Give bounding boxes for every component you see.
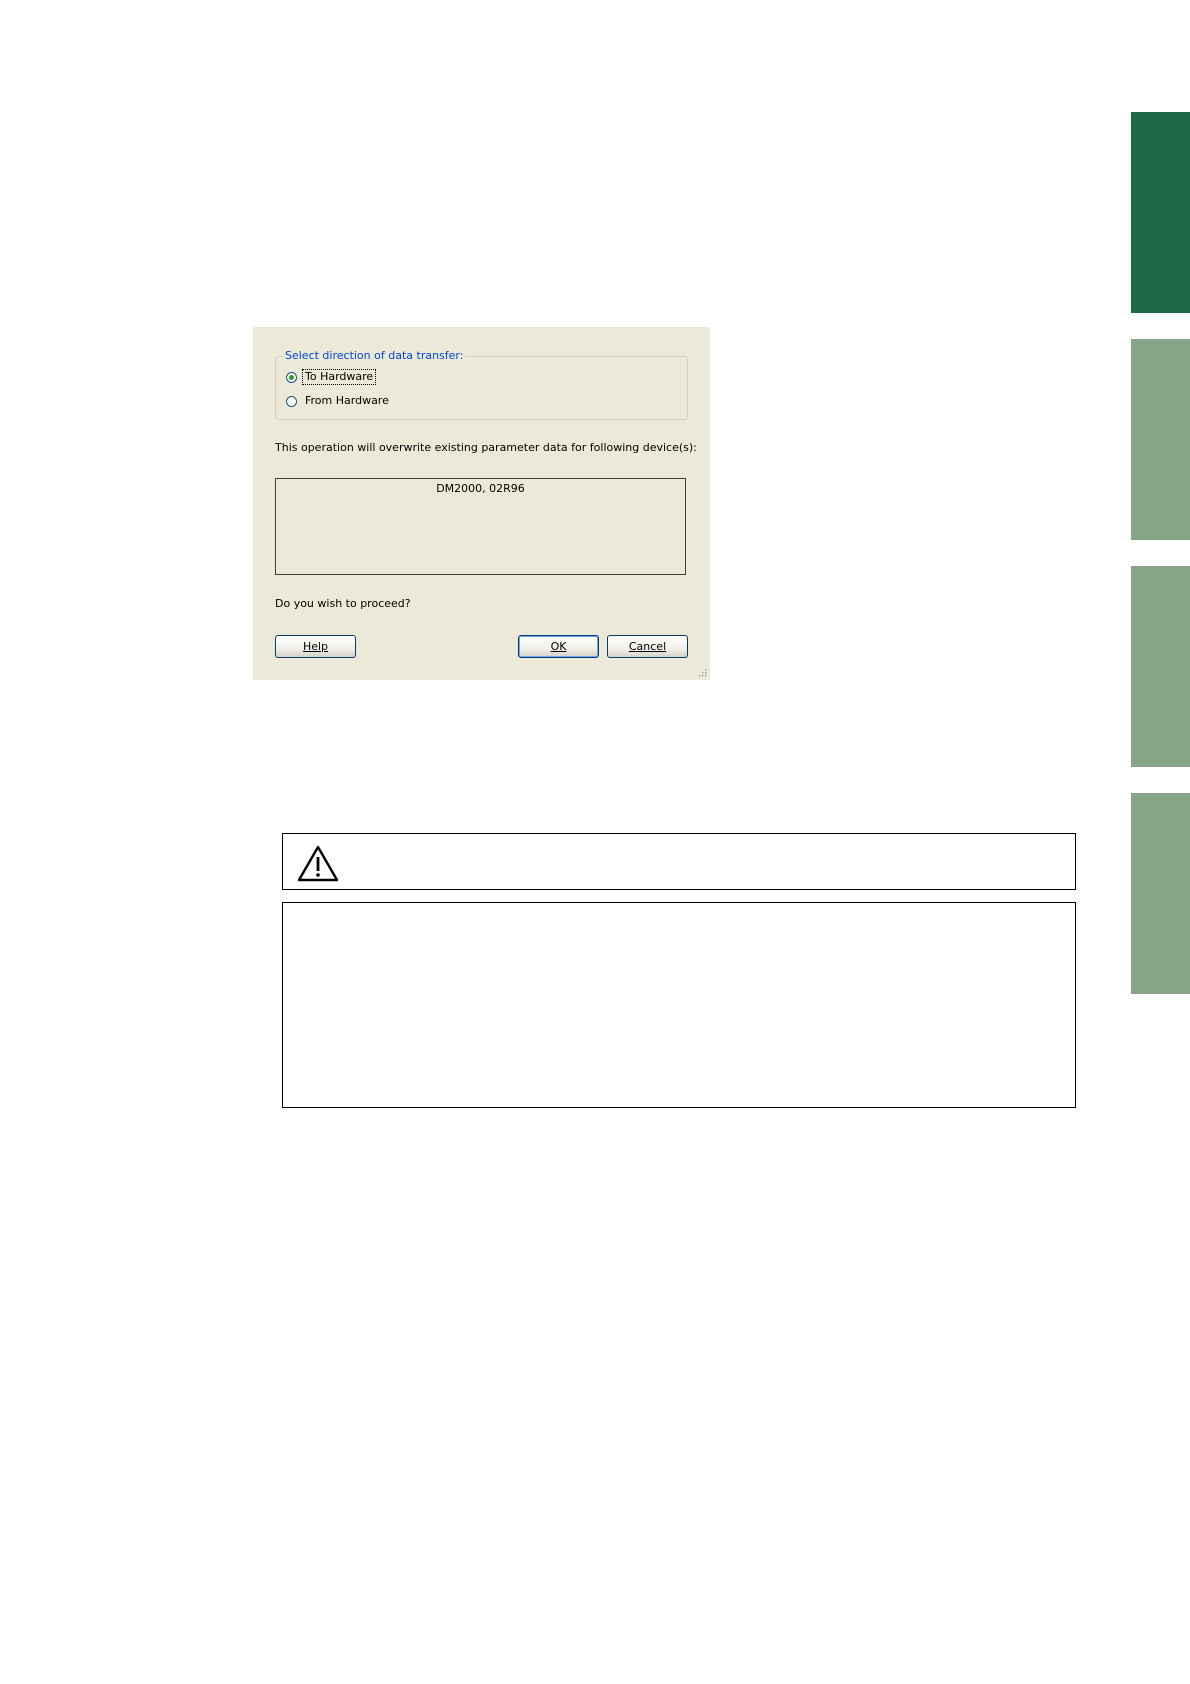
proceed-question: Do you wish to proceed? bbox=[275, 597, 411, 610]
transfer-dialog: Select direction of data transfer: To Ha… bbox=[253, 327, 710, 680]
cancel-button[interactable]: Cancel bbox=[607, 635, 688, 658]
transfer-direction-group: Select direction of data transfer: To Ha… bbox=[275, 348, 688, 420]
device-list: DM2000, 02R96 bbox=[275, 478, 686, 575]
radio-to-hardware[interactable]: To Hardware bbox=[286, 369, 377, 385]
ok-button-label: OK bbox=[550, 640, 567, 653]
help-button-label: Help bbox=[302, 640, 329, 653]
overwrite-message: This operation will overwrite existing p… bbox=[275, 441, 697, 454]
group-label: Select direction of data transfer: bbox=[283, 348, 466, 364]
warning-triangle-icon bbox=[297, 845, 339, 882]
device-list-text: DM2000, 02R96 bbox=[436, 482, 525, 495]
chapter-tab-active bbox=[1131, 112, 1190, 313]
radio-label: To Hardware bbox=[301, 369, 377, 385]
caution-body bbox=[282, 902, 1076, 1108]
resize-grip-icon[interactable] bbox=[698, 668, 707, 677]
chapter-tab bbox=[1131, 339, 1190, 540]
radio-from-hardware[interactable]: From Hardware bbox=[286, 393, 391, 409]
help-button[interactable]: Help bbox=[275, 635, 356, 658]
caution-header bbox=[282, 833, 1076, 890]
ok-button[interactable]: OK bbox=[518, 635, 599, 658]
radio-button[interactable] bbox=[286, 395, 297, 407]
chapter-tab bbox=[1131, 793, 1190, 994]
cancel-button-label: Cancel bbox=[628, 640, 667, 653]
chapter-tab bbox=[1131, 566, 1190, 767]
radio-button-checked[interactable] bbox=[286, 371, 297, 383]
radio-label: From Hardware bbox=[305, 394, 389, 407]
